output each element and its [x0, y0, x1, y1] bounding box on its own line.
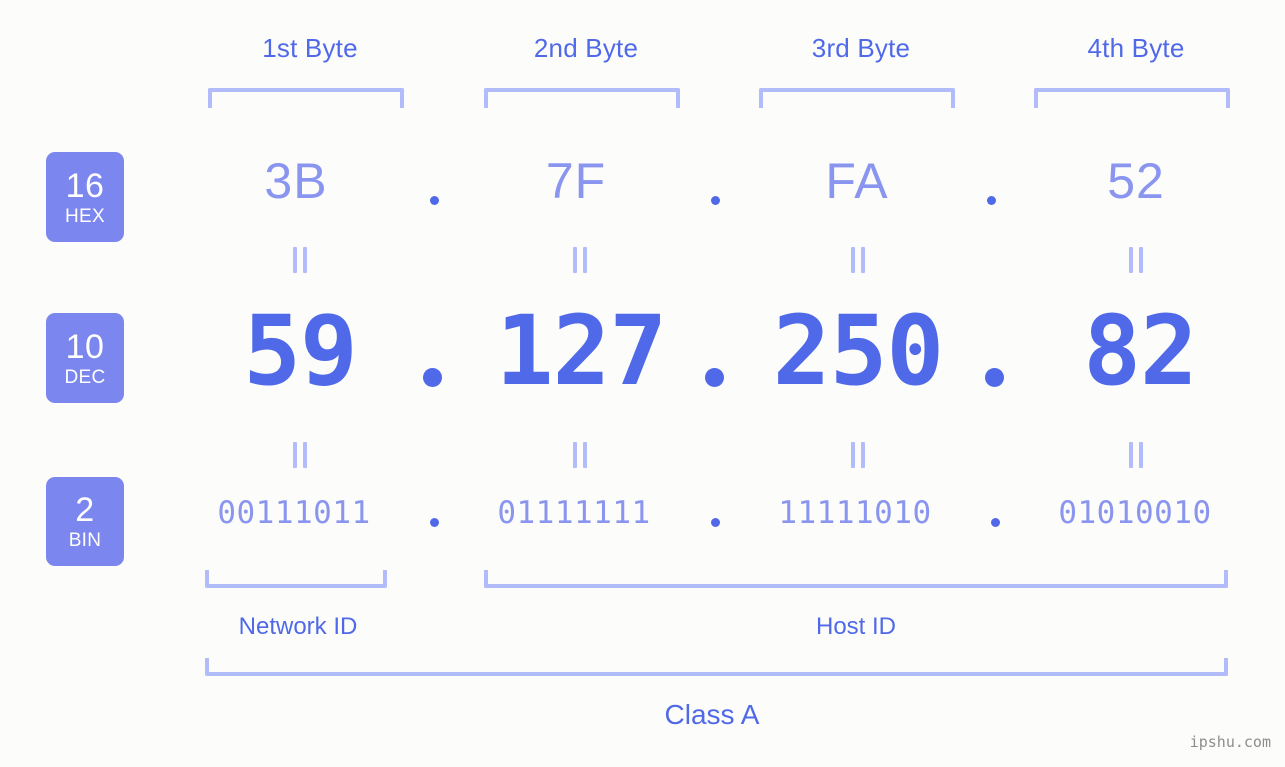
hex-separator-2 — [711, 196, 720, 205]
equals-mark-hex-dec-2 — [572, 247, 588, 273]
equals-mark-hex-dec-4 — [1128, 247, 1144, 273]
class-label: Class A — [664, 699, 760, 730]
byte-bracket-4 — [1034, 88, 1230, 108]
network-id-bracket — [205, 570, 387, 588]
byte-header-label-3: 3rd Byte — [811, 33, 911, 63]
base-badge-bin-name: BIN — [68, 530, 102, 551]
hex-octet-2: 7F — [545, 153, 607, 209]
bin-octet-3: 11111010 — [778, 495, 932, 531]
host-id-bracket — [484, 570, 1228, 588]
byte-header-label-1: 1st Byte — [262, 33, 358, 63]
hex-separator-1 — [430, 196, 439, 205]
base-badge-hex: 16 HEX — [46, 152, 124, 242]
site-watermark: ipshu.com — [1189, 733, 1271, 751]
base-badge-bin: 2 BIN — [46, 477, 124, 566]
equals-mark-dec-bin-1 — [292, 442, 308, 468]
byte-header-label-4: 4th Byte — [1087, 33, 1185, 63]
byte-bracket-2 — [484, 88, 680, 108]
equals-mark-dec-bin-3 — [850, 442, 866, 468]
hex-separator-3 — [987, 196, 996, 205]
class-bracket — [205, 658, 1228, 676]
base-badge-dec-number: 10 — [65, 327, 105, 366]
host-id-label: Host ID — [815, 613, 896, 640]
hex-octet-1: 3B — [264, 153, 328, 209]
byte-bracket-1 — [208, 88, 404, 108]
base-badge-dec-name: DEC — [64, 366, 106, 388]
bin-octet-4: 01010010 — [1058, 495, 1212, 531]
bin-octet-1: 00111011 — [217, 495, 371, 531]
ip-address-diagram: 1st Byte 2nd Byte 3rd Byte 4th Byte 16 H… — [0, 0, 1285, 767]
bin-octet-2: 01111111 — [497, 495, 651, 531]
dec-separator-1 — [423, 368, 442, 387]
equals-mark-hex-dec-1 — [292, 247, 308, 273]
dec-octet-2: 127 — [495, 295, 667, 407]
dec-octet-1: 59 — [243, 295, 358, 407]
network-id-label: Network ID — [238, 613, 358, 640]
byte-header-label-2: 2nd Byte — [533, 33, 639, 63]
dec-separator-2 — [705, 368, 724, 387]
base-badge-hex-number: 16 — [65, 166, 105, 205]
bin-separator-1 — [430, 518, 439, 527]
equals-mark-dec-bin-4 — [1128, 442, 1144, 468]
byte-bracket-3 — [759, 88, 955, 108]
hex-octet-3: FA — [825, 153, 889, 209]
base-badge-hex-name: HEX — [65, 205, 105, 227]
hex-octet-4: 52 — [1107, 153, 1165, 209]
dec-octet-4: 82 — [1083, 295, 1198, 407]
equals-mark-hex-dec-3 — [850, 247, 866, 273]
base-badge-bin-number: 2 — [75, 491, 95, 529]
dec-octet-3: 250 — [772, 295, 944, 407]
base-badge-dec: 10 DEC — [46, 313, 124, 403]
equals-mark-dec-bin-2 — [572, 442, 588, 468]
bin-separator-2 — [711, 518, 720, 527]
bin-separator-3 — [991, 518, 1000, 527]
dec-separator-3 — [985, 368, 1004, 387]
